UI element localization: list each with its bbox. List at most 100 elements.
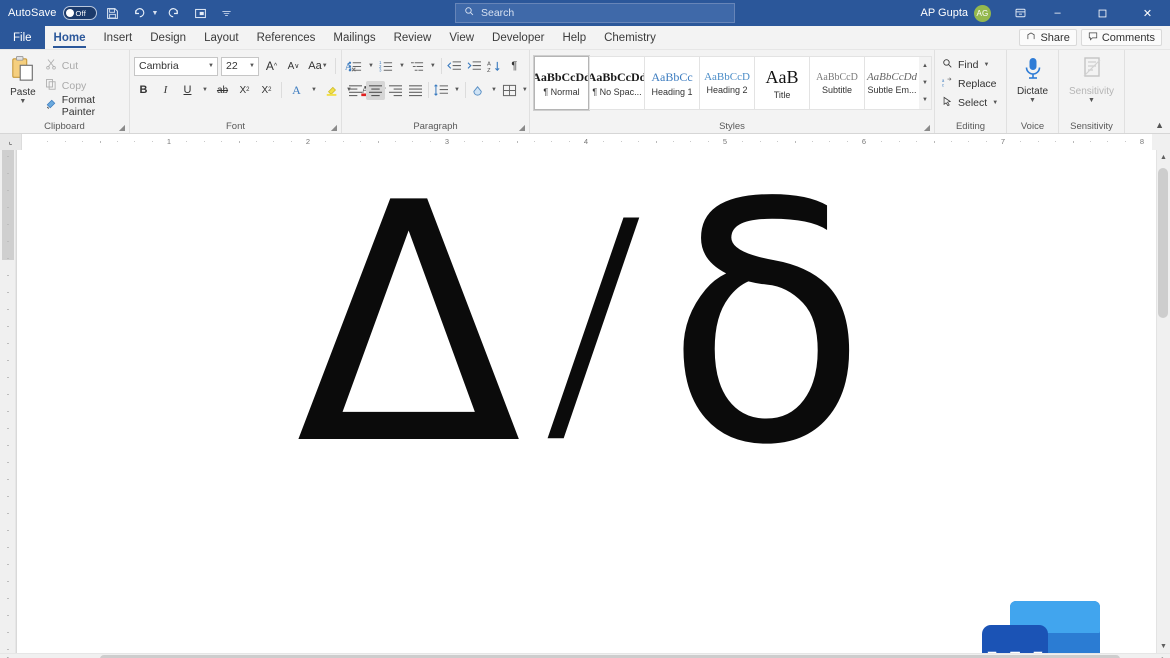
- share-button[interactable]: Share: [1019, 29, 1077, 46]
- minimize-button[interactable]: –: [1035, 0, 1080, 26]
- font-size-dropdown-icon[interactable]: ▼: [249, 63, 255, 69]
- font-name-dropdown-icon[interactable]: ▼: [208, 63, 214, 69]
- style-heading-1[interactable]: AaBbCc Heading 1: [644, 56, 699, 110]
- align-left-button[interactable]: [346, 81, 365, 100]
- vertical-scroll-thumb[interactable]: [1158, 168, 1168, 318]
- select-button[interactable]: Select ▼: [939, 94, 1001, 111]
- text-effects-dropdown-icon[interactable]: ▼: [309, 81, 319, 100]
- style-no-spacing[interactable]: AaBbCcDd ¶ No Spac...: [589, 56, 644, 110]
- find-dropdown-icon[interactable]: ▼: [983, 62, 989, 68]
- horizontal-scrollbar[interactable]: ◀ ▶: [0, 653, 1170, 658]
- vertical-scrollbar[interactable]: ▲ ▼: [1156, 150, 1170, 653]
- avatar[interactable]: AG: [974, 4, 991, 22]
- paragraph-dialog-launcher[interactable]: ◢: [519, 123, 525, 132]
- ribbon-display-options-icon[interactable]: [1005, 0, 1035, 26]
- show-marks-button[interactable]: ¶: [505, 57, 524, 76]
- underline-button[interactable]: U: [178, 81, 197, 100]
- tab-view[interactable]: View: [440, 26, 483, 49]
- format-painter-button[interactable]: Format Painter: [42, 94, 125, 118]
- account-name[interactable]: AP Gupta: [921, 7, 969, 19]
- collapse-ribbon-icon[interactable]: ▲: [1155, 120, 1164, 130]
- text-effects-button[interactable]: A: [287, 81, 306, 100]
- style-title[interactable]: AaB Title: [754, 56, 809, 110]
- italic-button[interactable]: I: [156, 81, 175, 100]
- shrink-font-button[interactable]: A ∨: [284, 57, 303, 76]
- bold-button[interactable]: B: [134, 81, 153, 100]
- style-subtle-emphasis[interactable]: AaBbCcDd Subtle Em...: [864, 56, 919, 110]
- styles-dialog-launcher[interactable]: ◢: [924, 123, 930, 132]
- tab-help[interactable]: Help: [553, 26, 595, 49]
- highlight-button[interactable]: [322, 81, 341, 100]
- dictate-dropdown-icon[interactable]: ▼: [1029, 97, 1036, 104]
- borders-dropdown-icon[interactable]: ▼: [520, 81, 530, 100]
- search-input[interactable]: Search: [481, 7, 514, 19]
- scroll-down-icon[interactable]: ▼: [1157, 639, 1170, 653]
- line-spacing-dropdown-icon[interactable]: ▼: [452, 81, 462, 100]
- numbering-button[interactable]: 123: [377, 57, 396, 76]
- undo-icon[interactable]: [129, 3, 149, 23]
- bullets-dropdown-icon[interactable]: ▼: [366, 57, 376, 76]
- document-page[interactable]: Δ / δ 4 METHODS: [16, 150, 1156, 653]
- select-dropdown-icon[interactable]: ▼: [992, 100, 998, 106]
- multilevel-dropdown-icon[interactable]: ▼: [428, 57, 438, 76]
- paste-button[interactable]: Paste ▼: [4, 53, 42, 105]
- save-icon[interactable]: [103, 3, 123, 23]
- tab-review[interactable]: Review: [385, 26, 441, 49]
- sensitivity-button[interactable]: Sensitivity ▼: [1066, 53, 1118, 104]
- styles-more-icon[interactable]: ▼: [919, 92, 931, 109]
- decrease-indent-button[interactable]: [445, 57, 464, 76]
- customize-qat-icon[interactable]: [216, 3, 236, 23]
- find-button[interactable]: Find ▼: [939, 56, 1001, 73]
- paste-dropdown-icon[interactable]: ▼: [19, 98, 26, 105]
- scroll-up-icon[interactable]: ▲: [1157, 150, 1170, 164]
- autosave-toggle[interactable]: Off: [62, 6, 97, 20]
- styles-scroll-up-icon[interactable]: ▲: [919, 57, 931, 74]
- subscript-button[interactable]: X2: [235, 81, 254, 100]
- style-normal[interactable]: AaBbCcDd ¶ Normal: [533, 55, 590, 111]
- grow-font-button[interactable]: A ^: [262, 57, 281, 76]
- tab-references[interactable]: References: [248, 26, 325, 49]
- tab-stop-selector[interactable]: ⌞: [0, 133, 22, 150]
- tab-developer[interactable]: Developer: [483, 26, 553, 49]
- change-case-button[interactable]: Aa ▼: [306, 57, 330, 76]
- sensitivity-dropdown-icon[interactable]: ▼: [1088, 97, 1095, 104]
- tab-layout[interactable]: Layout: [195, 26, 248, 49]
- increase-indent-button[interactable]: [465, 57, 484, 76]
- search-box[interactable]: Search: [455, 3, 735, 23]
- style-heading-2[interactable]: AaBbCcD Heading 2: [699, 56, 754, 110]
- style-subtitle[interactable]: AaBbCcD Subtitle: [809, 56, 864, 110]
- horizontal-scroll-track[interactable]: [12, 654, 1158, 658]
- horizontal-scroll-thumb[interactable]: [100, 654, 1120, 658]
- tab-home[interactable]: Home: [45, 26, 95, 49]
- dictate-button[interactable]: Dictate ▼: [1011, 53, 1054, 104]
- font-dialog-launcher[interactable]: ◢: [331, 123, 337, 132]
- bullets-button[interactable]: [346, 57, 365, 76]
- justify-button[interactable]: [406, 81, 425, 100]
- tab-design[interactable]: Design: [141, 26, 195, 49]
- tab-insert[interactable]: Insert: [94, 26, 141, 49]
- tab-file[interactable]: File: [0, 26, 45, 49]
- cut-button[interactable]: Cut: [42, 57, 125, 74]
- shading-dropdown-icon[interactable]: ▼: [489, 81, 499, 100]
- touch-mode-icon[interactable]: [190, 3, 210, 23]
- replace-button[interactable]: ac Replace: [939, 75, 1001, 92]
- tab-chemistry[interactable]: Chemistry: [595, 26, 665, 49]
- redo-icon[interactable]: [164, 3, 184, 23]
- font-size-combo[interactable]: 22 ▼: [221, 56, 259, 76]
- borders-button[interactable]: [500, 81, 519, 100]
- ruler-track[interactable]: 1 2 3 4 5 6 7 8: [22, 133, 1152, 150]
- tab-mailings[interactable]: Mailings: [324, 26, 384, 49]
- shading-button[interactable]: [469, 81, 488, 100]
- strikethrough-button[interactable]: ab: [213, 81, 232, 100]
- superscript-button[interactable]: X2: [257, 81, 276, 100]
- close-button[interactable]: ✕: [1125, 0, 1170, 26]
- underline-dropdown-icon[interactable]: ▼: [200, 81, 210, 100]
- font-name-combo[interactable]: Cambria ▼: [134, 56, 218, 76]
- comments-button[interactable]: Comments: [1080, 29, 1162, 46]
- multilevel-list-button[interactable]: [408, 57, 427, 76]
- align-right-button[interactable]: [386, 81, 405, 100]
- numbering-dropdown-icon[interactable]: ▼: [397, 57, 407, 76]
- undo-dropdown-icon[interactable]: ▼: [152, 10, 159, 17]
- clipboard-dialog-launcher[interactable]: ◢: [119, 123, 125, 132]
- sort-button[interactable]: AZ: [485, 57, 504, 76]
